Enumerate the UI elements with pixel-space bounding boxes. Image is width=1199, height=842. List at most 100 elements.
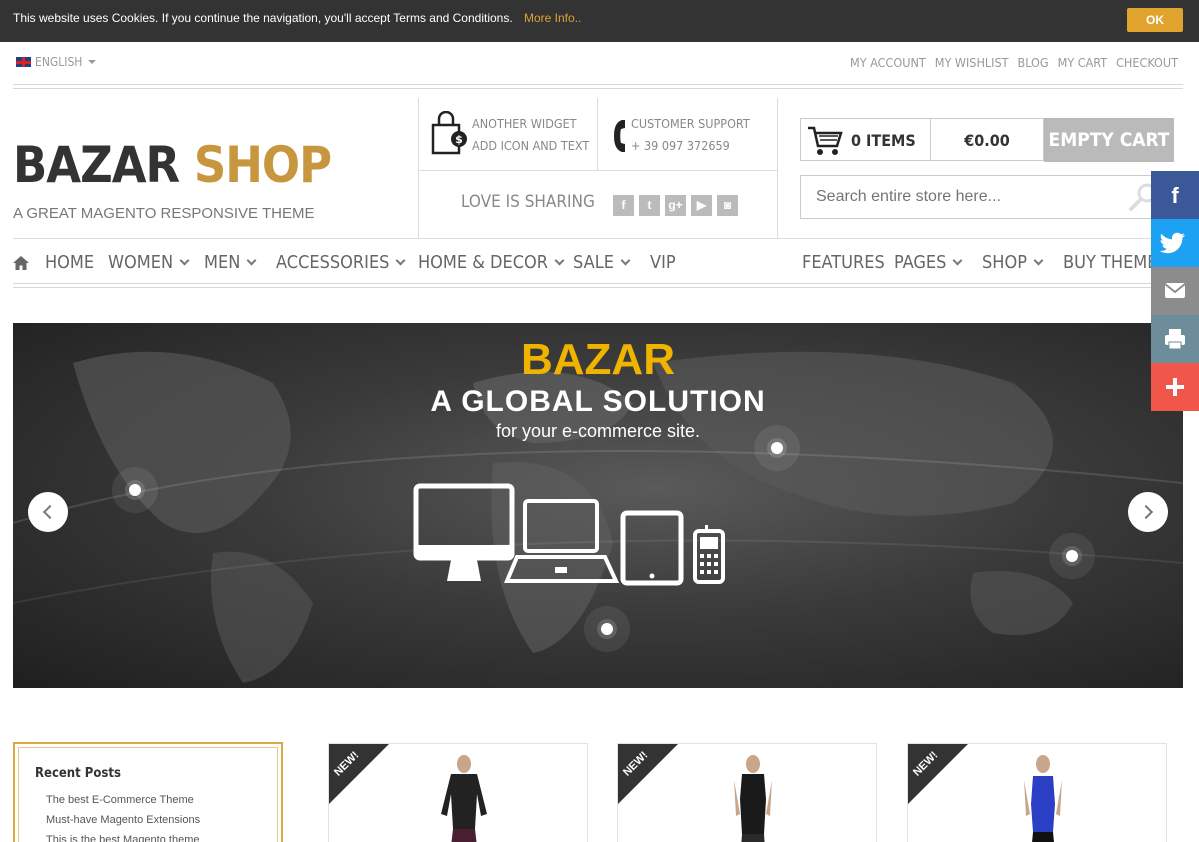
widget-support-phone[interactable]: + 39 097 372659 (631, 135, 750, 157)
product-card[interactable]: NEW! (617, 743, 877, 842)
widget-support-line1: CUSTOMER SUPPORT (631, 116, 750, 131)
chevron-left-icon (42, 504, 58, 520)
nav-pages[interactable]: PAGES (894, 252, 963, 273)
slider-prev-button[interactable] (28, 492, 68, 532)
recent-post-link[interactable]: This is the best Magento theme (46, 834, 199, 842)
google-plus-icon[interactable]: g+ (665, 195, 686, 216)
nav-home[interactable]: HOME (45, 252, 94, 273)
chevron-down-icon (620, 255, 631, 266)
widget-divider (418, 98, 419, 238)
nav-women-label: WOMEN (108, 252, 174, 273)
instagram-icon[interactable]: ◙ (717, 195, 738, 216)
share-twitter-button[interactable] (1151, 219, 1199, 267)
cart-icon (808, 126, 843, 155)
nav-features[interactable]: FEATURES (802, 252, 885, 273)
top-link-my-cart[interactable]: MY CART (1058, 55, 1107, 70)
language-label: ENGLISH (35, 55, 83, 69)
widget-another-line2: ADD ICON AND TEXT (472, 138, 590, 153)
nav-sale-label: SALE (573, 252, 614, 273)
cookie-more-info-link[interactable]: More Info.. (524, 11, 581, 25)
devices-icon (413, 483, 725, 586)
map-pin-icon (112, 467, 158, 513)
widget-support: CUSTOMER SUPPORT + 39 097 372659 (631, 113, 750, 157)
chevron-down-icon (179, 255, 190, 266)
recent-post-link[interactable]: Must-have Magento Extensions (46, 814, 200, 826)
slider-next-button[interactable] (1128, 492, 1168, 532)
chevron-right-icon (1138, 504, 1154, 520)
home-icon[interactable] (13, 256, 29, 270)
recent-post-link[interactable]: The best E-Commerce Theme (46, 794, 194, 806)
nav-accessories[interactable]: ACCESSORIES (276, 252, 406, 273)
chevron-down-icon (1033, 255, 1044, 266)
cookie-bar: This website uses Cookies. If you contin… (0, 0, 1199, 42)
map-pin-icon (1049, 533, 1095, 579)
nav-home-decor[interactable]: HOME & DECOR (418, 252, 565, 273)
product-image (734, 755, 772, 842)
widget-another: ANOTHER WIDGET ADD ICON AND TEXT (472, 113, 589, 157)
search-input[interactable] (800, 175, 1174, 219)
product-card[interactable]: NEW! (328, 743, 588, 842)
email-icon (1164, 283, 1186, 298)
nav-men-label: MEN (204, 252, 241, 273)
share-email-button[interactable] (1151, 267, 1199, 315)
cart-items[interactable]: 0 ITEMS (800, 118, 931, 161)
nav-shop[interactable]: SHOP (982, 252, 1044, 273)
share-more-button[interactable] (1151, 363, 1199, 411)
nav-divider (13, 283, 1183, 288)
recent-posts-widget: Recent Posts The best E-Commerce Theme M… (13, 742, 283, 842)
phone-icon (614, 120, 625, 152)
nav-vip[interactable]: VIP (650, 252, 676, 273)
top-link-checkout[interactable]: CHECKOUT (1116, 55, 1178, 70)
product-image (1024, 755, 1062, 842)
cart-total: €0.00 (931, 118, 1044, 161)
twitter-icon[interactable]: t (639, 195, 660, 216)
facebook-icon: f (1171, 183, 1179, 208)
twitter-icon (1159, 232, 1185, 254)
top-link-my-wishlist[interactable]: MY WISHLIST (935, 55, 1009, 70)
share-facebook-button[interactable]: f (1151, 171, 1199, 219)
nav-sale[interactable]: SALE (573, 252, 631, 273)
widget-another-line1: ANOTHER WIDGET (472, 116, 577, 131)
header-divider-top (13, 84, 1183, 89)
nav-men[interactable]: MEN (204, 252, 257, 273)
youtube-icon[interactable]: ▶ (691, 195, 712, 216)
nav-buy-theme[interactable]: BUY THEME (1063, 252, 1158, 273)
hero-title: BAZAR (521, 335, 675, 384)
recent-posts-heading: Recent Posts (35, 766, 121, 781)
chevron-down-icon (396, 255, 406, 266)
nav-pages-label: PAGES (894, 252, 947, 273)
cookie-message: This website uses Cookies. If you contin… (13, 11, 513, 25)
widget-divider (418, 170, 778, 171)
header-divider (13, 238, 1183, 239)
print-icon (1165, 329, 1185, 350)
widget-divider (777, 98, 778, 238)
hero-slider: BAZAR A GLOBAL SOLUTION for your e-comme… (13, 323, 1183, 688)
logo-text-shop: SHOP (193, 136, 332, 194)
site-tagline: A GREAT MAGENTO RESPONSIVE THEME (13, 205, 315, 222)
chevron-down-icon (952, 255, 963, 266)
top-links: MY ACCOUNT MY WISHLIST BLOG MY CART CHEC… (850, 55, 1178, 70)
caret-down-icon (88, 60, 97, 64)
site-logo[interactable]: BAZAR SHOP (13, 135, 332, 195)
facebook-icon[interactable]: f (613, 195, 634, 216)
cookie-ok-button[interactable]: OK (1127, 8, 1183, 32)
uk-flag-icon (16, 57, 31, 67)
main-navigation: HOME WOMEN MEN ACCESSORIES HOME & DECOR … (13, 240, 1183, 284)
sharing-label: LOVE IS SHARING (461, 192, 595, 212)
nav-home-decor-label: HOME & DECOR (418, 252, 549, 273)
map-pin-icon (584, 606, 630, 652)
empty-cart-button[interactable]: EMPTY CART (1044, 118, 1174, 162)
plus-icon (1166, 378, 1184, 396)
top-link-my-account[interactable]: MY ACCOUNT (850, 55, 926, 70)
share-print-button[interactable] (1151, 315, 1199, 363)
top-link-blog[interactable]: BLOG (1018, 55, 1049, 70)
chevron-down-icon (554, 255, 565, 266)
widget-divider (597, 98, 598, 170)
svg-text:$: $ (455, 133, 463, 146)
chevron-down-icon (246, 255, 257, 266)
logo-text-bazar: BAZAR (13, 136, 180, 194)
svg-text:f: f (1171, 183, 1179, 208)
language-selector[interactable]: ENGLISH (16, 55, 97, 69)
nav-women[interactable]: WOMEN (108, 252, 190, 273)
product-card[interactable]: NEW! (907, 743, 1167, 842)
